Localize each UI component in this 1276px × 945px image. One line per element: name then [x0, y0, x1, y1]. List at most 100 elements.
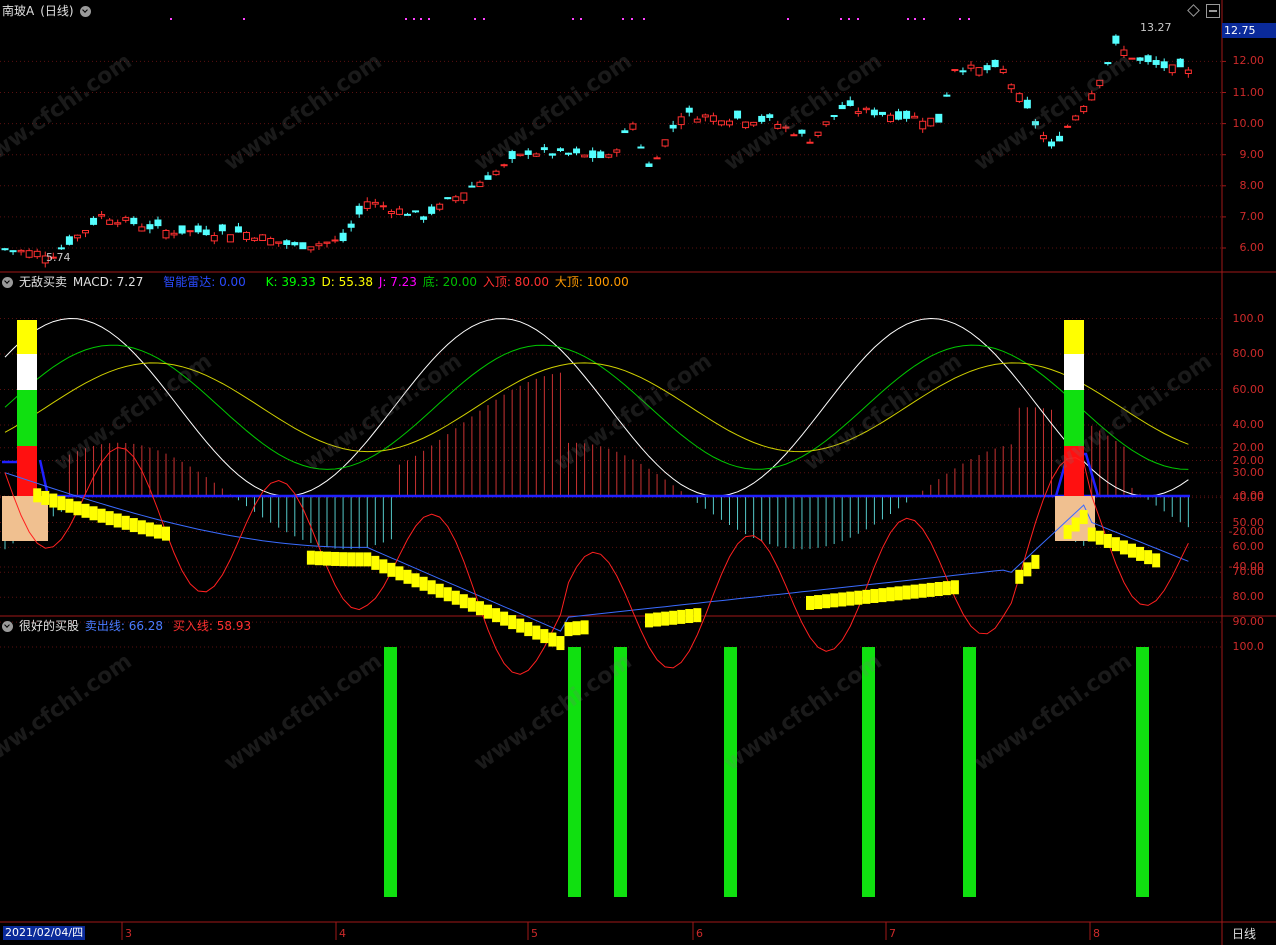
candle	[661, 139, 669, 147]
candle	[862, 107, 870, 111]
indicator2-header: 很好的买股 卖出线: 66.28 买入线: 58.93	[2, 617, 257, 635]
yellow-block	[435, 583, 444, 598]
candle	[1112, 35, 1120, 44]
candle	[750, 121, 758, 126]
candle	[967, 64, 975, 69]
candle	[17, 249, 25, 253]
indicator2-name[interactable]: 很好的买股	[19, 619, 79, 633]
signal-block	[2, 496, 48, 541]
candle	[742, 121, 750, 129]
candle	[82, 229, 89, 234]
signal-dot	[857, 18, 859, 20]
candle	[685, 107, 693, 113]
low-marker: 5.74	[46, 251, 71, 264]
yellow-block	[862, 589, 871, 604]
indicator2-tick-label: 30.00	[1232, 465, 1265, 479]
signal-block	[1064, 320, 1084, 354]
candle	[709, 115, 717, 122]
candle	[468, 185, 476, 188]
candle	[573, 148, 581, 154]
yellow-block	[693, 608, 702, 623]
k-value: K: 39.33	[265, 275, 316, 289]
candle	[251, 237, 259, 241]
candle	[315, 243, 323, 247]
candle	[186, 230, 194, 233]
yellow-block	[129, 518, 138, 533]
yellow-block	[1015, 569, 1024, 584]
candle	[275, 241, 283, 244]
indicator1-menu-icon[interactable]	[2, 277, 13, 288]
signal-dot	[787, 18, 789, 20]
yellow-block	[661, 611, 670, 626]
dropdown-icon[interactable]	[79, 6, 91, 17]
candle	[1064, 125, 1072, 128]
candle	[379, 205, 387, 208]
candle	[259, 234, 267, 242]
indicator2-menu-icon[interactable]	[2, 621, 13, 632]
window-minimize-icon[interactable]	[1206, 4, 1220, 18]
candle	[291, 242, 299, 246]
signal-dot	[420, 18, 422, 20]
signal-block	[1064, 446, 1084, 496]
yellow-block	[451, 590, 460, 605]
candle	[202, 229, 210, 236]
yellow-block	[806, 595, 814, 610]
candle	[9, 250, 17, 253]
candle	[1128, 57, 1136, 60]
yellow-block	[838, 592, 847, 607]
yellow-block	[121, 515, 130, 530]
candle	[830, 114, 838, 117]
signal-dot	[572, 18, 574, 20]
candle	[210, 235, 218, 242]
yellow-block	[419, 576, 428, 591]
yellow-block	[162, 526, 170, 541]
candle	[162, 229, 170, 239]
yellow-block	[532, 625, 541, 640]
candle	[444, 197, 452, 200]
candle	[122, 217, 130, 221]
date-box[interactable]: 2021/02/04/四	[3, 926, 86, 940]
candle	[460, 192, 468, 201]
signal-dot	[405, 18, 407, 20]
candle	[556, 148, 564, 151]
candle	[717, 120, 725, 126]
green-signal-bar	[862, 647, 875, 897]
yellow-block	[427, 580, 436, 595]
yellow-block	[113, 513, 122, 528]
yellow-block	[814, 595, 823, 610]
candle	[693, 118, 701, 123]
candle	[1184, 69, 1192, 74]
candle	[73, 234, 81, 239]
candle	[677, 116, 685, 126]
yellow-block	[1023, 562, 1032, 577]
period-tab[interactable]: 日线	[1232, 925, 1256, 942]
yellow-block	[902, 585, 911, 600]
candle	[1, 248, 9, 251]
price-tick-label: 7.00	[1239, 209, 1265, 223]
candle	[645, 163, 653, 167]
yellow-block	[379, 559, 388, 574]
high-marker: 13.27	[1140, 21, 1172, 34]
signal-block	[17, 320, 37, 354]
yellow-block	[894, 586, 903, 601]
candle	[701, 114, 709, 118]
indicator1-name[interactable]: 无敌买卖	[19, 275, 67, 289]
yellow-block	[363, 552, 372, 567]
yellow-block	[443, 587, 452, 602]
candle	[267, 237, 275, 246]
yellow-block	[564, 622, 573, 637]
candle	[339, 232, 347, 242]
candle	[363, 201, 371, 209]
radar-line	[38, 459, 1190, 498]
yellow-block	[33, 488, 42, 503]
candle	[1104, 62, 1112, 65]
candle	[1088, 93, 1096, 101]
candle	[1056, 135, 1064, 142]
yellow-block	[411, 573, 420, 588]
chart-canvas[interactable]	[0, 0, 1276, 945]
yellow-block	[89, 506, 98, 521]
month-label: 7	[889, 927, 896, 940]
signal-dot	[968, 18, 970, 20]
signal-block	[1064, 390, 1084, 446]
yellow-block	[403, 569, 412, 584]
